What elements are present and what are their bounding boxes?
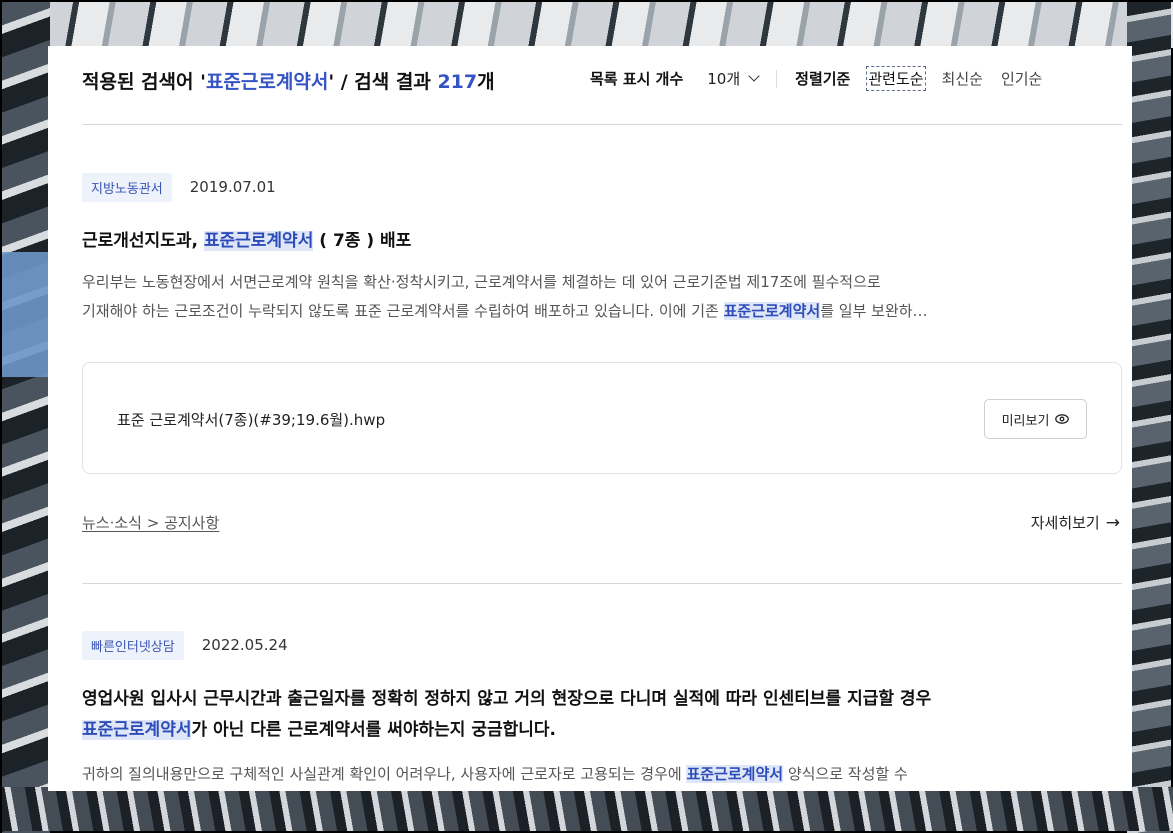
- sort-popular[interactable]: 인기순: [1001, 68, 1042, 89]
- attachment-filename[interactable]: 표준 근로계약서(7종)(#39;19.6월).hwp: [117, 409, 385, 430]
- more-link[interactable]: 자세히보기 →: [1031, 512, 1120, 533]
- preview-button[interactable]: 미리보기: [984, 399, 1087, 439]
- sort-relevance[interactable]: 관련도순: [866, 66, 926, 91]
- search-query: 표준근로계약서: [205, 70, 329, 93]
- results-title: 적용된 검색어 '표준근로계약서' / 검색 결과 217개: [82, 70, 495, 93]
- search-results-panel: 적용된 검색어 '표준근로계약서' / 검색 결과 217개 목록 표시 개수 …: [48, 46, 1132, 791]
- result-item: 빠른인터넷상담 2022.05.24: [82, 630, 1122, 660]
- result-date: 2022.05.24: [201, 636, 288, 654]
- breadcrumb[interactable]: 뉴스·소식 > 공지사항: [82, 512, 219, 533]
- background-photo-right: [1127, 2, 1171, 833]
- list-count-select[interactable]: 10개: [707, 68, 760, 89]
- sort-latest[interactable]: 최신순: [942, 68, 983, 89]
- sort-label: 정렬기준: [795, 70, 851, 88]
- background-photo-top: [2, 2, 1173, 48]
- result-title-link[interactable]: 근로개선지도과, 표준근로계약서 ( 7종 ) 배포: [82, 226, 1122, 257]
- result-description: 귀하의 질의내용만으로 구체적인 사실관계 확인이 어려우나, 사용자에 근로자…: [82, 765, 908, 783]
- category-badge: 지방노동관서: [82, 172, 172, 202]
- divider: [776, 69, 778, 88]
- background-photo-left: [2, 2, 50, 833]
- list-controls: 목록 표시 개수 10개 정렬기준 관련도순 최신순 인기순: [590, 66, 1042, 91]
- result-title-link[interactable]: 영업사원 입사시 근무시간과 출근일자를 정확히 정하지 않고 거의 현장으로 …: [82, 684, 1122, 746]
- arrow-right-icon: →: [1105, 512, 1120, 533]
- chevron-down-icon: [748, 70, 760, 82]
- header-divider: [82, 124, 1122, 125]
- eye-icon: [1055, 414, 1070, 424]
- results-header: 적용된 검색어 '표준근로계약서' / 검색 결과 217개 목록 표시 개수 …: [82, 66, 1122, 94]
- result-description: 우리부는 노동현장에서 서면근로계약 원칙을 확산·정착시키고, 근로계약서를 …: [82, 273, 928, 320]
- result-divider: [82, 583, 1122, 584]
- result-meta: 지방노동관서 2019.07.01: [82, 172, 1122, 202]
- result-title: 영업사원 입사시 근무시간과 출근일자를 정확히 정하지 않고 거의 현장으로 …: [82, 689, 932, 709]
- category-badge: 빠른인터넷상담: [82, 630, 184, 660]
- attachment-box: 표준 근로계약서(7종)(#39;19.6월).hwp 미리보기: [82, 362, 1122, 474]
- list-count-label: 목록 표시 개수: [590, 70, 684, 88]
- result-meta: 빠른인터넷상담 2022.05.24: [82, 630, 1122, 660]
- background-photo-bottom: [2, 787, 1173, 831]
- result-item: 지방노동관서 2019.07.01: [82, 172, 1122, 202]
- result-count: 217: [437, 70, 478, 93]
- result-date: 2019.07.01: [189, 178, 276, 196]
- result-title: 근로개선지도과, 표준근로계약서 ( 7종 ) 배포: [82, 231, 412, 251]
